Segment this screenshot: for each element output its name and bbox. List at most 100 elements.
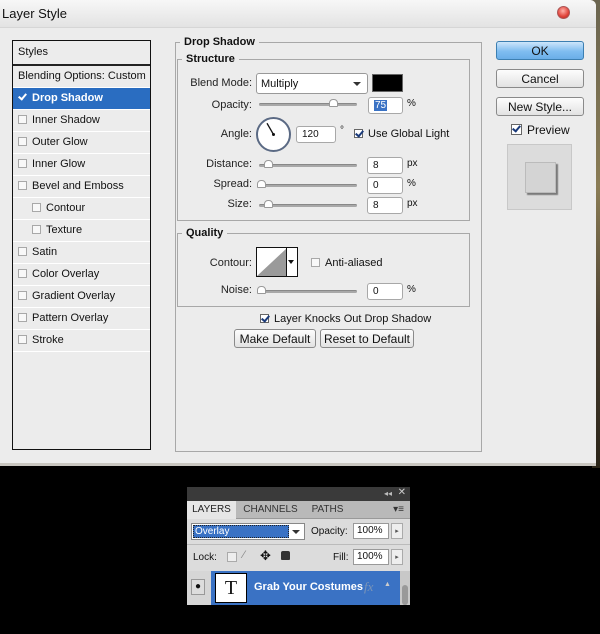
spread-slider-thumb[interactable] bbox=[257, 180, 266, 188]
tab-paths[interactable]: PATHS bbox=[305, 501, 350, 519]
opacity-arrow-icon[interactable]: ▸ bbox=[391, 523, 403, 539]
lock-transparency-icon[interactable] bbox=[227, 552, 237, 562]
chevron-down-icon bbox=[292, 530, 300, 534]
new-style-button[interactable]: New Style... bbox=[496, 97, 584, 116]
checkbox-icon[interactable] bbox=[18, 115, 27, 124]
lock-brush-icon[interactable]: ⁄ bbox=[243, 549, 245, 561]
size-input[interactable]: 8 bbox=[367, 197, 403, 214]
chevron-down-icon bbox=[353, 82, 361, 86]
opacity-input[interactable]: 75 bbox=[368, 97, 403, 114]
size-label: Size: bbox=[227, 198, 252, 210]
collapse-icon[interactable]: ◂◂ bbox=[384, 489, 392, 498]
blend-mode-select[interactable]: Multiply bbox=[256, 73, 368, 94]
distance-input[interactable]: 8 bbox=[367, 157, 403, 174]
ok-button[interactable]: OK bbox=[496, 41, 584, 60]
noise-slider-thumb[interactable] bbox=[257, 286, 266, 294]
noise-input[interactable]: 0 bbox=[367, 283, 403, 300]
size-slider-thumb[interactable] bbox=[264, 200, 273, 208]
styles-header[interactable]: Styles bbox=[13, 41, 150, 66]
blend-mode-label: Blend Mode: bbox=[190, 77, 252, 89]
style-preview-square bbox=[525, 162, 556, 193]
checkbox-icon[interactable] bbox=[18, 181, 27, 190]
panel-tabs: LAYERS CHANNELS PATHS ▾≡ bbox=[187, 501, 410, 519]
style-item-satin[interactable]: Satin bbox=[13, 242, 150, 264]
layer-thumbnail: T bbox=[215, 573, 247, 603]
checkbox-icon[interactable] bbox=[18, 291, 27, 300]
close-icon[interactable] bbox=[557, 6, 570, 19]
style-item-label: Drop Shadow bbox=[32, 92, 103, 104]
style-item-gradient-overlay[interactable]: Gradient Overlay bbox=[13, 286, 150, 308]
layer-opacity-label: Opacity: bbox=[311, 526, 348, 537]
checkbox-icon[interactable] bbox=[18, 93, 27, 102]
visibility-eye-icon[interactable]: ● bbox=[191, 579, 205, 595]
style-item-bevel-and-emboss[interactable]: Bevel and Emboss bbox=[13, 176, 150, 198]
knockout-checkbox[interactable]: Layer Knocks Out Drop Shadow bbox=[260, 313, 431, 325]
panel-menu-icon[interactable]: ▾≡ bbox=[393, 504, 404, 515]
shadow-color-swatch[interactable] bbox=[372, 74, 403, 92]
angle-value: 120 bbox=[302, 129, 319, 140]
style-item-inner-shadow[interactable]: Inner Shadow bbox=[13, 110, 150, 132]
layer-style-dialog: Layer Style Styles Blending Options: Cus… bbox=[0, 0, 596, 466]
layer-item[interactable]: ● T Grab Your Costumes fx ▲ bbox=[187, 571, 410, 605]
style-item-contour[interactable]: Contour bbox=[13, 198, 150, 220]
fill-label: Fill: bbox=[333, 552, 349, 563]
quality-title: Quality bbox=[186, 227, 224, 239]
lock-move-icon[interactable]: ✥ bbox=[260, 548, 271, 564]
preview-checkbox[interactable]: Preview bbox=[511, 123, 570, 137]
checkbox-icon[interactable] bbox=[32, 203, 41, 212]
tab-channels[interactable]: CHANNELS bbox=[239, 501, 302, 519]
close-icon[interactable]: ✕ bbox=[398, 487, 406, 498]
style-item-stroke[interactable]: Stroke bbox=[13, 330, 150, 352]
blending-options-item[interactable]: Blending Options: Custom bbox=[13, 66, 150, 88]
checkbox-icon[interactable] bbox=[18, 335, 27, 344]
opacity-slider[interactable] bbox=[259, 99, 357, 107]
scrollbar-thumb[interactable] bbox=[402, 585, 408, 605]
style-item-pattern-overlay[interactable]: Pattern Overlay bbox=[13, 308, 150, 330]
layer-blend-mode-value: Overlay bbox=[193, 525, 289, 538]
opacity-slider-thumb[interactable] bbox=[328, 99, 338, 107]
spread-input[interactable]: 0 bbox=[367, 177, 403, 194]
checkbox-icon[interactable] bbox=[18, 247, 27, 256]
layer-blend-mode-select[interactable]: Overlay bbox=[191, 523, 305, 540]
checkbox-icon[interactable] bbox=[18, 159, 27, 168]
checkbox-icon[interactable] bbox=[18, 137, 27, 146]
make-default-button[interactable]: Make Default bbox=[234, 329, 316, 348]
angle-input[interactable]: 120 bbox=[296, 126, 336, 143]
reset-to-default-button[interactable]: Reset to Default bbox=[320, 329, 414, 348]
spread-slider[interactable] bbox=[257, 180, 357, 188]
style-item-label: Color Overlay bbox=[32, 268, 100, 280]
scroll-up-icon[interactable]: ▲ bbox=[384, 581, 391, 588]
contour-picker[interactable] bbox=[256, 247, 298, 277]
use-global-light-checkbox[interactable]: Use Global Light bbox=[354, 128, 449, 140]
distance-slider[interactable] bbox=[259, 160, 357, 168]
fill-arrow-icon[interactable]: ▸ bbox=[391, 549, 403, 565]
style-item-label: Inner Glow bbox=[32, 158, 86, 170]
size-slider[interactable] bbox=[259, 200, 357, 208]
tab-layers[interactable]: LAYERS bbox=[187, 501, 236, 519]
noise-slider[interactable] bbox=[257, 286, 357, 294]
style-item-label: Stroke bbox=[32, 334, 64, 346]
cancel-button[interactable]: Cancel bbox=[496, 69, 584, 88]
angle-label: Angle: bbox=[220, 128, 252, 140]
anti-aliased-checkbox[interactable]: Anti-aliased bbox=[311, 257, 382, 269]
layer-name[interactable]: Grab Your Costumes bbox=[254, 581, 363, 593]
style-item-outer-glow[interactable]: Outer Glow bbox=[13, 132, 150, 154]
style-item-texture[interactable]: Texture bbox=[13, 220, 150, 242]
scrollbar[interactable] bbox=[400, 571, 410, 605]
fill-input[interactable]: 100% bbox=[353, 549, 389, 565]
style-item-label: Outer Glow bbox=[32, 136, 88, 148]
layer-opacity-input[interactable]: 100% bbox=[353, 523, 389, 539]
contour-label: Contour: bbox=[209, 257, 252, 269]
fx-icon[interactable]: fx bbox=[364, 579, 373, 595]
angle-dial[interactable] bbox=[256, 117, 291, 152]
style-item-drop-shadow[interactable]: Drop Shadow bbox=[13, 88, 150, 110]
style-item-color-overlay[interactable]: Color Overlay bbox=[13, 264, 150, 286]
distance-slider-thumb[interactable] bbox=[264, 160, 273, 168]
lock-all-icon[interactable] bbox=[281, 551, 290, 560]
noise-value: 0 bbox=[373, 286, 379, 297]
checkbox-icon[interactable] bbox=[18, 313, 27, 322]
anti-aliased-check-icon bbox=[311, 258, 320, 267]
checkbox-icon[interactable] bbox=[18, 269, 27, 278]
style-item-inner-glow[interactable]: Inner Glow bbox=[13, 154, 150, 176]
checkbox-icon[interactable] bbox=[32, 225, 41, 234]
